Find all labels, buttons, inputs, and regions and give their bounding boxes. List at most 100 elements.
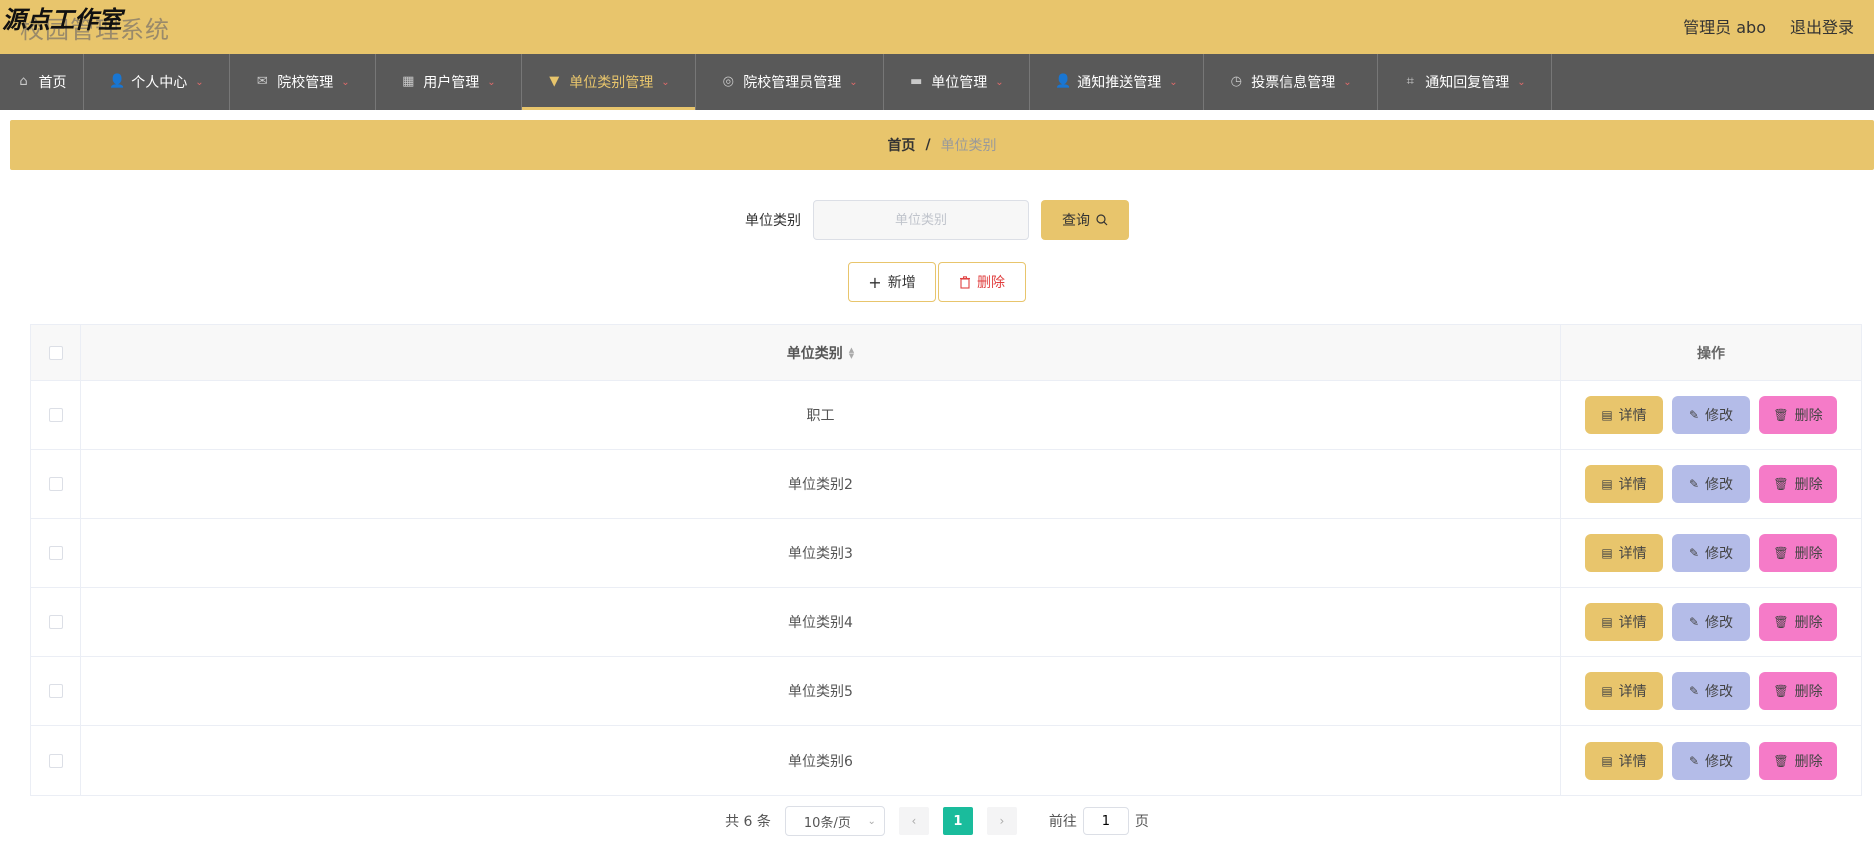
column-header-unit-category[interactable]: 单位类别 ▲ ▼ [81, 325, 1561, 380]
edit-label: 修改 [1705, 753, 1734, 770]
nav-item-label: 投票信息管理 [1251, 75, 1336, 91]
column-header-ops: 操作 [1561, 325, 1861, 380]
chevron-down-icon: ⌄ [661, 76, 670, 88]
nav-item-college-admin-management[interactable]: ◎ 院校管理员管理 ⌄ [696, 54, 884, 110]
batch-delete-label: 删除 [977, 275, 1005, 291]
table-row: 单位类别2 ▤ 详情 ✎ 修改 🗑 删除 [31, 450, 1861, 519]
delete-button[interactable]: 🗑 删除 [1759, 603, 1837, 641]
chevron-down-icon: ⌄ [849, 76, 858, 88]
row-checkbox[interactable] [48, 477, 63, 491]
pencil-icon: ✎ [1688, 408, 1700, 422]
document-icon: ▤ [1601, 477, 1613, 491]
detail-button[interactable]: ▤ 详情 [1585, 603, 1663, 641]
row-checkbox[interactable] [48, 615, 63, 629]
table-actions: + 新增 删除 [0, 262, 1874, 302]
nav-item-label: 首页 [38, 75, 67, 91]
delete-label: 删除 [1794, 753, 1823, 770]
detail-button[interactable]: ▤ 详情 [1585, 465, 1663, 503]
breadcrumb-home[interactable]: 首页 [887, 135, 915, 155]
batch-delete-button[interactable]: 删除 [938, 262, 1026, 302]
row-ops: ▤ 详情 ✎ 修改 🗑 删除 [1561, 450, 1861, 518]
trash-icon: 🗑 [1773, 546, 1789, 560]
nav-item-unit-management[interactable]: ▬ 单位管理 ⌄ [884, 54, 1030, 110]
detail-button[interactable]: ▤ 详情 [1585, 672, 1663, 710]
nav-item-personal-center[interactable]: 👤 个人中心 ⌄ [84, 54, 230, 110]
row-checkbox-cell [31, 381, 81, 449]
row-checkbox[interactable] [48, 684, 63, 698]
current-user-label: 管理员 abo [1683, 18, 1766, 37]
nav-item-label: 个人中心 [131, 75, 188, 91]
chevron-left-icon: ‹ [911, 814, 917, 828]
breadcrumb-separator: / [925, 137, 931, 153]
delete-label: 删除 [1794, 684, 1823, 700]
nav-item-label: 通知推送管理 [1077, 75, 1162, 91]
nav-item-unit-category-management[interactable]: ▼ 单位类别管理 ⌄ [522, 54, 696, 110]
logout-link[interactable]: 退出登录 [1790, 14, 1854, 38]
row-checkbox-cell [31, 519, 81, 587]
row-checkbox[interactable] [48, 546, 63, 560]
document-icon: ▤ [1601, 408, 1613, 422]
edit-button[interactable]: ✎ 修改 [1672, 672, 1750, 710]
pencil-icon: ✎ [1688, 684, 1700, 698]
document-icon: ▤ [1601, 615, 1613, 629]
compass-icon: ◷ [1230, 74, 1242, 89]
brush-icon: ▼ [549, 74, 560, 89]
nav-item-home[interactable]: ⌂ 首页 [0, 54, 84, 110]
nav-item-label: 通知回复管理 [1425, 75, 1510, 91]
row-checkbox[interactable] [48, 753, 63, 768]
document-icon: ▤ [1601, 684, 1613, 698]
breadcrumb-current: 单位类别 [940, 138, 997, 154]
delete-button[interactable]: 🗑 删除 [1759, 396, 1837, 434]
unit-category-table: 单位类别 ▲ ▼ 操作 职工 ▤ 详情 ✎ 修改 🗑 删除 单位类别2 ▤ 详情 ✎ 修改 … [30, 324, 1862, 796]
nav-item-vote-info-management[interactable]: ◷ 投票信息管理 ⌄ [1204, 54, 1378, 110]
edit-button[interactable]: ✎ 修改 [1672, 603, 1750, 641]
detail-button[interactable]: ▤ 详情 [1585, 741, 1663, 780]
next-page-button[interactable]: › [986, 807, 1017, 835]
pagination: 共 6 条 10条/页 ⌄ ‹ 1 › 前往 页 [0, 806, 1874, 836]
trash-icon: 🗑 [1773, 684, 1789, 698]
nav-item-notification-reply-management[interactable]: ⌗ 通知回复管理 ⌄ [1378, 54, 1552, 110]
trash-icon: 🗑 [1773, 408, 1789, 422]
trash-icon: 🗑 [1773, 477, 1789, 491]
main-nav: ⌂ 首页 👤 个人中心 ⌄ ✉ 院校管理 ⌄ ▦ 用户管理 ⌄ ▼ 单位类别管理… [0, 54, 1874, 110]
detail-button[interactable]: ▤ 详情 [1585, 534, 1663, 572]
select-all-checkbox[interactable] [48, 345, 63, 360]
nav-item-notification-push-management[interactable]: 👤 通知推送管理 ⌄ [1030, 54, 1204, 110]
delete-button[interactable]: 🗑 删除 [1759, 741, 1837, 780]
chevron-down-icon: ⌄ [995, 76, 1004, 88]
delete-label: 删除 [1794, 546, 1823, 562]
detail-label: 详情 [1618, 753, 1647, 770]
circle-icon: ◎ [722, 74, 734, 89]
goto-page-input[interactable] [1082, 807, 1129, 835]
search-icon [1096, 214, 1108, 226]
edit-button[interactable]: ✎ 修改 [1672, 396, 1750, 434]
prev-page-button[interactable]: ‹ [898, 807, 929, 835]
edit-button[interactable]: ✎ 修改 [1672, 741, 1750, 780]
table-header-row: 单位类别 ▲ ▼ 操作 [31, 325, 1861, 381]
sort-icon[interactable]: ▲ ▼ [849, 346, 854, 359]
pencil-icon: ✎ [1688, 546, 1700, 560]
table-row: 单位类别6 ▤ 详情 ✎ 修改 🗑 删除 [31, 726, 1861, 795]
nav-item-label: 用户管理 [423, 75, 480, 91]
search-button[interactable]: 查询 [1041, 200, 1129, 240]
page-number-current[interactable]: 1 [942, 807, 973, 835]
nav-item-user-management[interactable]: ▦ 用户管理 ⌄ [376, 54, 522, 110]
page-size-select[interactable]: 10条/页 ⌄ [784, 806, 885, 836]
search-input[interactable] [813, 200, 1029, 240]
edit-button[interactable]: ✎ 修改 [1672, 465, 1750, 503]
detail-button[interactable]: ▤ 详情 [1585, 396, 1663, 434]
edit-button[interactable]: ✎ 修改 [1672, 534, 1750, 572]
goto-suffix: 页 [1134, 814, 1149, 830]
delete-button[interactable]: 🗑 删除 [1759, 534, 1837, 572]
search-label: 单位类别 [745, 213, 801, 229]
row-ops: ▤ 详情 ✎ 修改 🗑 删除 [1561, 519, 1861, 587]
unit-category-cell: 单位类别4 [81, 588, 1561, 656]
app-header: 校园管理系统 源点工作室 管理员 abo 退出登录 [0, 0, 1874, 54]
unit-category-cell: 职工 [81, 381, 1561, 449]
nav-item-college-management[interactable]: ✉ 院校管理 ⌄ [230, 54, 376, 110]
add-button[interactable]: + 新增 [848, 262, 936, 302]
row-checkbox[interactable] [48, 408, 63, 422]
delete-button[interactable]: 🗑 删除 [1759, 465, 1837, 503]
search-bar: 单位类别 查询 [0, 200, 1874, 240]
delete-button[interactable]: 🗑 删除 [1759, 672, 1837, 710]
